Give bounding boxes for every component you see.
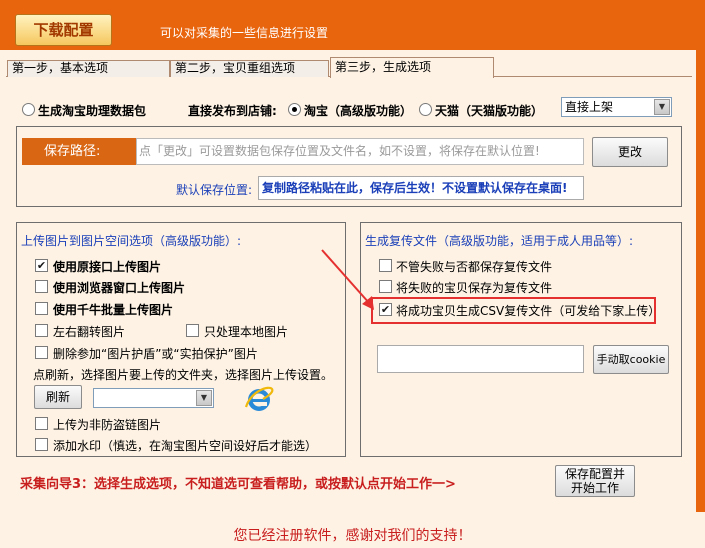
package-radio[interactable] <box>22 103 35 116</box>
refresh-button[interactable]: 刷新 <box>34 385 82 409</box>
taobao-radio-label: 淘宝（高级版功能） <box>304 104 413 118</box>
red-arrow-icon <box>321 249 374 310</box>
publish-mode-select[interactable]: 直接上架 ▼ <box>561 97 672 117</box>
register-status-text: 您已经注册软件，感谢对我们的支持！ <box>233 528 472 544</box>
ie-browser-icon[interactable] <box>243 383 275 415</box>
upload-qianniu-checkbox[interactable] <box>35 302 48 315</box>
upload-original-checkbox[interactable]: ✔ <box>35 259 48 272</box>
dup-save-failed-label: 将失败的宝贝保存为复传文件 <box>396 281 553 295</box>
download-config-button[interactable]: 下载配置 <box>15 14 112 46</box>
dup-csv-checkbox[interactable]: ✔ <box>379 303 392 316</box>
tab-step2[interactable]: 第二步，宝贝重组选项 <box>170 60 329 77</box>
upload-original-label: 使用原接口上传图片 <box>53 260 162 274</box>
delete-protected-label: 删除参加“图片护盾”或“实拍保护”图片 <box>53 347 258 361</box>
publish-label: 直接发布到店铺: <box>188 104 277 118</box>
right-border <box>696 50 705 512</box>
dup-save-failed-checkbox[interactable] <box>379 280 392 293</box>
anti-hotlink-checkbox[interactable] <box>35 417 48 430</box>
dup-panel-title: 生成复传文件（高级版功能，适用于成人用品等）: <box>365 234 634 248</box>
tmall-radio[interactable] <box>419 103 432 116</box>
anti-hotlink-label: 上传为非防盗链图片 <box>53 418 162 432</box>
cookie-input[interactable] <box>377 345 584 373</box>
chevron-down-icon: ▼ <box>196 390 212 406</box>
upload-browser-checkbox[interactable] <box>35 280 48 293</box>
tab-step3[interactable]: 第三步，生成选项 <box>330 57 494 78</box>
upload-browser-label: 使用浏览器窗口上传图片 <box>53 281 186 295</box>
default-path-input[interactable]: 复制路径粘贴在此，保存后生效！不设置默认保存在桌面! <box>258 176 584 200</box>
change-path-button[interactable]: 更改 <box>592 137 668 167</box>
chevron-down-icon: ▼ <box>654 99 670 115</box>
flip-label: 左右翻转图片 <box>53 325 126 339</box>
upload-folder-select[interactable]: ▼ <box>93 388 214 408</box>
local-only-label: 只处理本地图片 <box>204 325 289 339</box>
header-description: 可以对采集的一些信息进行设置 <box>160 26 329 40</box>
dup-csv-label: 将成功宝贝生成CSV复传文件（可发给下家上传） <box>396 304 661 318</box>
manual-cookie-button[interactable]: 手动取cookie <box>593 345 669 374</box>
watermark-checkbox[interactable] <box>35 438 48 451</box>
guide-text: 采集向导3：选择生成选项，不知道选可查看帮助，或按默认点开始工作一> <box>20 477 456 492</box>
flip-checkbox[interactable] <box>35 324 48 337</box>
refresh-hint: 点刷新，选择图片要上传的文件夹，选择图片上传设置。 <box>33 368 334 382</box>
tab-step1[interactable]: 第一步，基本选项 <box>7 60 170 77</box>
upload-panel-title: 上传图片到图片空间选项（高级版功能）: <box>21 234 242 248</box>
default-path-label: 默认保存位置: <box>176 183 253 197</box>
package-radio-label: 生成淘宝助理数据包 <box>38 104 147 118</box>
upload-qianniu-label: 使用千牛批量上传图片 <box>53 303 174 317</box>
taobao-radio[interactable] <box>288 103 301 116</box>
delete-protected-checkbox[interactable] <box>35 346 48 359</box>
save-path-input[interactable]: 点「更改」可设置数据包保存位置及文件名，如不设置，将保存在默认位置! <box>136 138 584 165</box>
publish-mode-value: 直接上架 <box>565 100 614 114</box>
dup-save-always-checkbox[interactable] <box>379 259 392 272</box>
watermark-label: 添加水印（慎选，在淘宝图片空间设好后才能选） <box>53 439 318 453</box>
local-only-checkbox[interactable] <box>186 324 199 337</box>
save-and-start-button[interactable]: 保存配置并开始工作 <box>555 465 635 497</box>
save-path-label: 保存路径: <box>22 138 136 165</box>
dup-save-always-label: 不管失败与否都保存复传文件 <box>396 260 553 274</box>
tmall-radio-label: 天猫（天猫版功能） <box>435 104 544 118</box>
